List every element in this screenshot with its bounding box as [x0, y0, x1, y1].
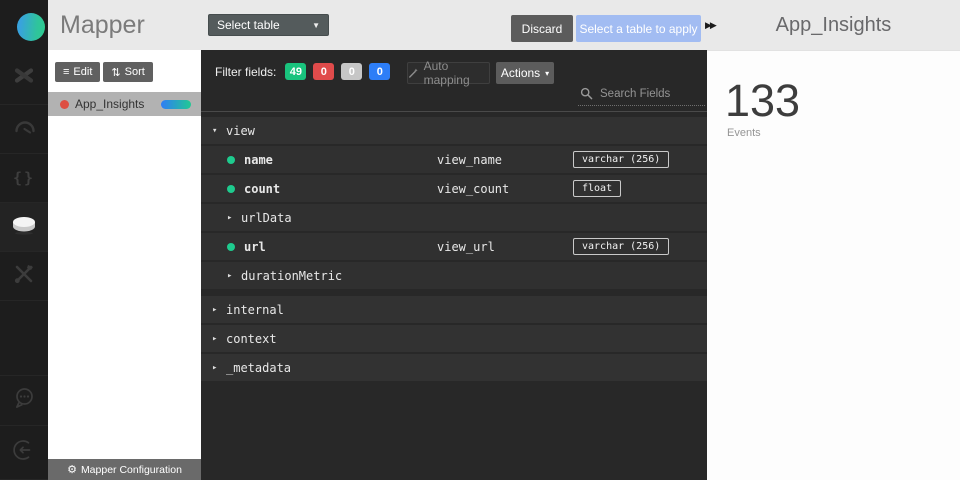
field-label: view	[226, 123, 255, 138]
magic-wand-icon	[409, 68, 418, 78]
logout-icon	[11, 437, 37, 468]
filter-count-badge[interactable]: 0	[313, 63, 335, 80]
gear-icon: ⚙	[67, 464, 77, 476]
field-label: url	[244, 239, 266, 254]
field-group-internal[interactable]: ▸ internal	[201, 296, 707, 323]
filter-row: Filter fields: 49 0 0 0	[215, 63, 391, 80]
mapping-header: Filter fields: 49 0 0 0 Auto mapping Action…	[201, 50, 707, 112]
chevron-right-icon[interactable]: ▸	[212, 305, 226, 315]
edit-button[interactable]: ≡ Edit	[55, 62, 101, 82]
filter-count-badge[interactable]: 0	[369, 63, 391, 80]
logo-corner	[0, 0, 48, 50]
table-list-item[interactable]: App_Insights	[48, 92, 201, 116]
actions-button[interactable]: Actions ▾	[496, 62, 554, 84]
actions-label: Actions	[500, 66, 541, 80]
field-row-count[interactable]: count view_count float	[201, 175, 707, 202]
status-dot-icon	[60, 99, 69, 109]
field-group-durationMetric[interactable]: ▸ durationMetric	[201, 262, 707, 289]
sidebar-item-code[interactable]: {}	[0, 154, 48, 203]
sidebar-item-chat[interactable]	[0, 376, 48, 426]
top-bar: Mapper Select table ▼ Discard Select a t…	[0, 0, 960, 50]
datatype-badge[interactable]: float	[573, 180, 622, 197]
discard-button[interactable]: Discard	[511, 15, 573, 42]
discard-label: Discard	[521, 21, 563, 36]
sidebar-item-dashboard[interactable]	[0, 105, 48, 154]
chevron-down-icon: ▼	[312, 20, 320, 30]
chevron-right-icon[interactable]: ▸	[212, 334, 226, 344]
current-table-title: App_Insights	[775, 13, 892, 36]
chevron-right-icon[interactable]: ▸	[227, 271, 241, 281]
search-placeholder: Search Fields	[600, 87, 671, 100]
field-label: urlData	[241, 210, 292, 225]
dashboard-icon	[11, 114, 37, 145]
chevron-down-icon[interactable]: ▾	[212, 126, 226, 136]
tables-toolbar: ≡ Edit ⇅ Sort	[55, 62, 153, 82]
field-group-context[interactable]: ▸ context	[201, 325, 707, 352]
hamburger-icon: ≡	[63, 66, 70, 78]
field-tree: ▾ view name view_name varchar (256) count view…	[201, 112, 707, 381]
sidebar-spacer	[0, 301, 48, 376]
tools-icon	[11, 261, 37, 292]
mapped-column-name: view_count	[437, 181, 510, 196]
code-icon: {}	[12, 168, 36, 187]
select-table-dropdown[interactable]: Select table ▼	[208, 14, 329, 36]
field-label: internal	[226, 302, 284, 317]
mapping-progress-pill	[161, 99, 191, 109]
filter-count-badge[interactable]: 0	[341, 63, 363, 80]
app-logo-icon[interactable]	[17, 13, 45, 41]
field-group-urlData[interactable]: ▸ urlData	[201, 204, 707, 231]
chat-icon	[11, 385, 37, 416]
mapped-column-name: view_name	[437, 152, 503, 167]
datatype-badge[interactable]: varchar (256)	[573, 238, 670, 255]
field-label: count	[244, 181, 281, 196]
sidebar-item-pipeline[interactable]	[0, 50, 48, 105]
app-title: Mapper	[60, 11, 145, 39]
mapped-status-dot-icon	[227, 155, 235, 164]
search-fields-input[interactable]: Search Fields	[578, 82, 705, 106]
sort-button[interactable]: ⇅ Sort	[103, 62, 153, 82]
apply-table-button[interactable]: Select a table to apply	[576, 15, 701, 42]
field-group-_metadata[interactable]: ▸ _metadata	[201, 354, 707, 381]
sort-arrows-icon: ⇅	[111, 66, 121, 79]
mapped-column-name: view_url	[437, 239, 495, 254]
mapping-panel: Filter fields: 49 0 0 0 Auto mapping Action…	[201, 50, 707, 480]
sidebar-item-logout[interactable]	[0, 426, 48, 480]
sidebar-item-mapper[interactable]	[0, 203, 48, 252]
apply-label: Select a table to apply	[579, 21, 698, 36]
chevron-right-icon[interactable]: ▸	[212, 363, 226, 373]
filter-count-badge[interactable]: 49	[285, 63, 307, 80]
mapped-status-dot-icon	[227, 184, 235, 193]
field-label: name	[244, 152, 273, 167]
select-table-label: Select table	[217, 18, 280, 32]
auto-mapping-button[interactable]: Auto mapping	[407, 59, 490, 87]
table-name: App_Insights	[75, 97, 145, 111]
field-label: _metadata	[226, 360, 292, 375]
chevron-down-icon: ▾	[545, 68, 550, 78]
filter-fields-label: Filter fields:	[215, 64, 277, 79]
datatype-badge[interactable]: varchar (256)	[573, 151, 670, 168]
auto-mapping-label: Auto mapping	[423, 59, 470, 87]
field-row-url[interactable]: url view_url varchar (256)	[201, 233, 707, 260]
icon-sidebar: {}	[0, 50, 48, 480]
mapper-configuration-button[interactable]: ⚙ Mapper Configuration	[48, 459, 201, 480]
chevron-right-icon[interactable]: ▸	[227, 213, 241, 223]
field-label: durationMetric	[241, 268, 343, 283]
tables-panel: ≡ Edit ⇅ Sort App_Insights ⚙ Mapper Conf…	[48, 50, 201, 480]
group-gap	[201, 291, 707, 294]
field-row-name[interactable]: name view_name varchar (256)	[201, 146, 707, 173]
sidebar-item-tools[interactable]	[0, 252, 48, 301]
events-count: 133	[725, 75, 801, 126]
pipeline-icon	[11, 62, 37, 93]
field-label: context	[226, 331, 277, 346]
mapped-status-dot-icon	[227, 242, 235, 251]
sort-label: Sort	[124, 66, 145, 78]
search-icon	[580, 87, 593, 100]
events-label: Events	[727, 127, 761, 140]
field-group-view[interactable]: ▾ view	[201, 117, 707, 144]
events-panel: 133 Events	[707, 50, 960, 480]
mapper-icon	[11, 215, 37, 240]
edit-label: Edit	[73, 66, 93, 78]
filter-badges: 49 0 0 0	[285, 63, 391, 80]
mapper-configuration-label: Mapper Configuration	[80, 463, 182, 476]
